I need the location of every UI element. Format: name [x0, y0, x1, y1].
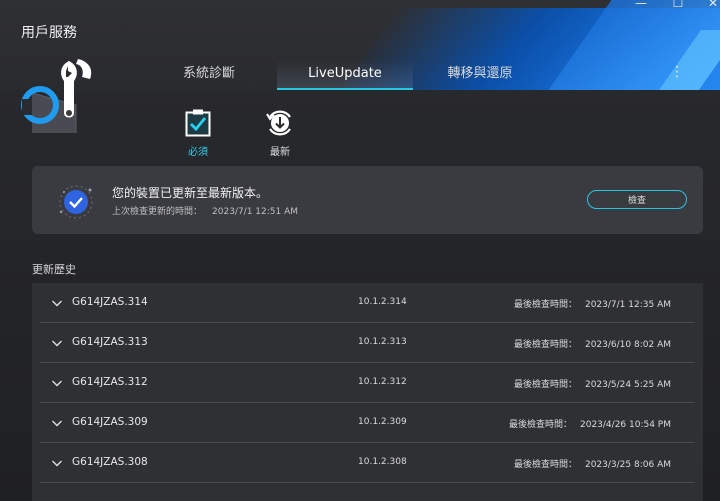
- history-row-last-check: 最後檢查時間： 2023/5/24 5:25 AM: [514, 377, 671, 390]
- history-row[interactable]: G614JZAS.308 10.1.2.308 最後檢查時間： 2023/3/25…: [40, 443, 695, 483]
- history-row-name: G614JZAS.314: [72, 296, 148, 308]
- history-row-last-check: 最後檢查時間： 2023/7/1 12:35 AM: [514, 297, 671, 310]
- last-check-label: 上次檢查更新的時間：: [112, 207, 203, 217]
- tab-transfer-restore[interactable]: 轉移與還原: [420, 60, 540, 88]
- history-row-last-check: 最後檢查時間： 2023/3/25 8:06 AM: [514, 457, 671, 470]
- chevron-down-icon[interactable]: [51, 457, 63, 469]
- app-title: 用戶服務: [21, 25, 77, 41]
- history-row[interactable]: G614JZAS.313 10.1.2.313 最後檢查時間： 2023/6/10…: [40, 323, 695, 363]
- history-row-last-check: 最後檢查時間： 2023/4/26 10:54 PM: [509, 417, 671, 430]
- tab-system-diagnosis[interactable]: 系統診斷: [150, 60, 268, 88]
- update-status-card: 您的裝置已更新至最新版本。 上次檢查更新的時間： 2023/7/1 12:51 A…: [32, 166, 703, 234]
- history-row-date: 2023/7/1 12:35 AM: [584, 300, 671, 310]
- history-row-last-check-label: 最後檢查時間：: [513, 380, 577, 390]
- chevron-down-icon[interactable]: [51, 337, 63, 349]
- history-row-last-check-label: 最後檢查時間：: [513, 340, 577, 350]
- last-check-time: 2023/7/1 12:51 AM: [212, 207, 299, 217]
- subtab-required[interactable]: 必須: [173, 107, 223, 159]
- app-window: — ☐ ✕ 用戶服務 系統診斷 LiveUpdate 轉移與還原 ⋮ 必須 最新…: [0, 0, 720, 501]
- history-row[interactable]: G614JZAS.314 10.1.2.314 最後檢查時間： 2023/7/1 …: [40, 283, 695, 323]
- more-options-button[interactable]: ⋮: [670, 62, 684, 84]
- history-row-date: 2023/3/25 8:06 AM: [584, 460, 671, 470]
- history-row-last-check-label: 最後檢查時間：: [513, 300, 577, 310]
- history-row-name: G614JZAS.312: [72, 376, 148, 388]
- tab-liveupdate[interactable]: LiveUpdate: [277, 60, 413, 90]
- subtab-required-label: 必須: [188, 147, 208, 158]
- history-row-date: 2023/6/10 8:02 AM: [584, 340, 671, 350]
- history-row[interactable]: G614JZAS.309 10.1.2.309 最後檢查時間： 2023/4/26…: [40, 403, 695, 443]
- history-row-version: 10.1.2.312: [358, 377, 407, 387]
- last-check-info: 上次檢查更新的時間： 2023/7/1 12:51 AM: [112, 204, 298, 217]
- checklist-icon: [185, 109, 211, 137]
- wrench-logo-icon: [21, 59, 92, 133]
- history-row-date: 2023/5/24 5:25 AM: [584, 380, 671, 390]
- maximize-button[interactable]: ☐: [667, 0, 689, 12]
- check-update-button[interactable]: 檢查: [587, 190, 687, 209]
- main-tabs: 系統診斷 LiveUpdate 轉移與還原: [150, 60, 600, 90]
- tab-selected-indicator: [277, 88, 413, 90]
- chevron-down-icon[interactable]: [51, 377, 63, 389]
- title-bar: — ☐ ✕: [0, 0, 720, 10]
- history-row-version: 10.1.2.309: [358, 417, 407, 427]
- status-title: 您的裝置已更新至最新版本。: [112, 186, 269, 200]
- subtab-latest-label: 最新: [270, 147, 290, 158]
- download-refresh-icon: [266, 110, 291, 136]
- subtab-latest[interactable]: 最新: [255, 107, 305, 159]
- history-row-last-check: 最後檢查時間： 2023/6/10 8:02 AM: [514, 337, 671, 350]
- history-row-version: 10.1.2.313: [358, 337, 407, 347]
- minimize-button[interactable]: —: [630, 0, 652, 12]
- tab-liveupdate-label: LiveUpdate: [308, 66, 382, 81]
- history-row-version: 10.1.2.314: [358, 297, 407, 307]
- history-row-version: 10.1.2.308: [358, 457, 407, 467]
- update-complete-icon: [59, 185, 93, 219]
- history-row[interactable]: G614JZAS.312 10.1.2.312 最後檢查時間： 2023/5/24…: [40, 363, 695, 403]
- history-row-last-check-label: 最後檢查時間：: [513, 460, 577, 470]
- close-button[interactable]: ✕: [702, 0, 720, 12]
- history-row-name: G614JZAS.313: [72, 336, 148, 348]
- update-history-list: G614JZAS.314 10.1.2.314 最後檢查時間： 2023/7/1 …: [32, 283, 703, 501]
- history-row-name: G614JZAS.308: [72, 456, 148, 468]
- chevron-down-icon[interactable]: [51, 297, 63, 309]
- history-row-name: G614JZAS.309: [72, 416, 148, 428]
- history-row-date: 2023/4/26 10:54 PM: [580, 420, 671, 430]
- chevron-down-icon[interactable]: [51, 417, 63, 429]
- history-row-last-check-label: 最後檢查時間：: [508, 420, 572, 430]
- update-history-title: 更新歷史: [32, 263, 76, 276]
